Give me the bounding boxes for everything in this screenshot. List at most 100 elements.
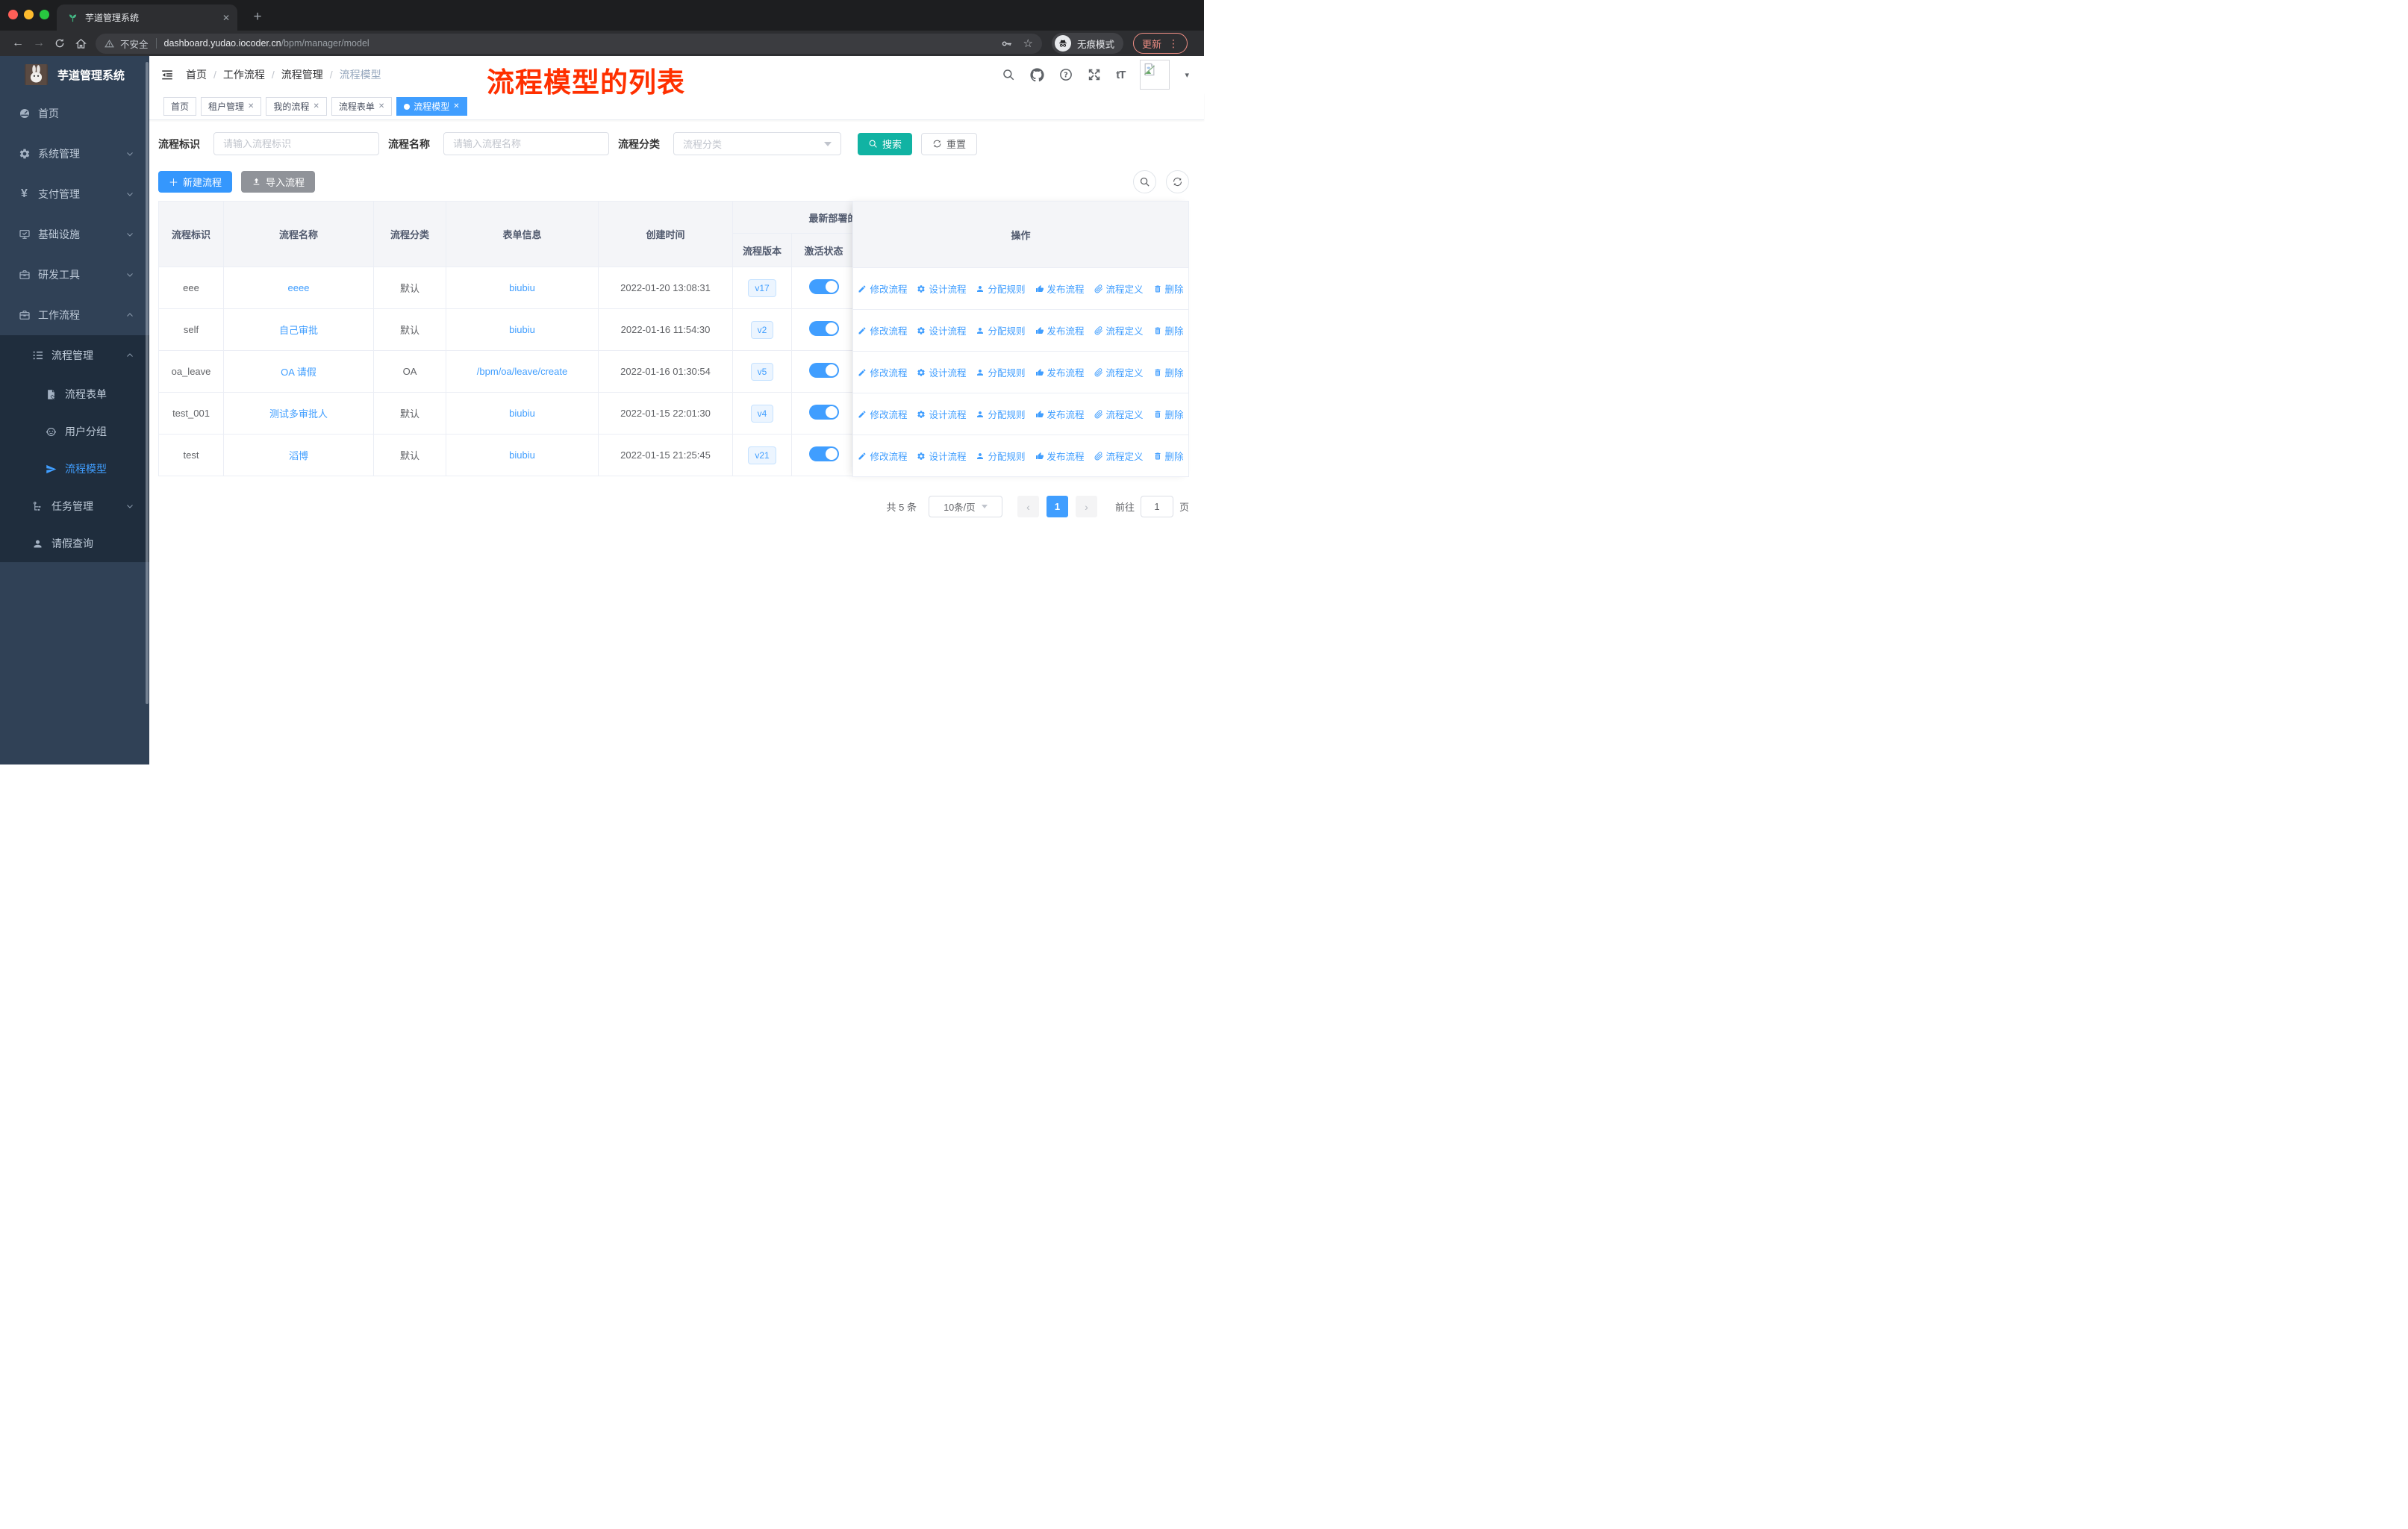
tag-process-model[interactable]: 流程模型 ✕ (396, 97, 467, 116)
delete-link[interactable]: 删除 (1153, 281, 1184, 296)
version-badge[interactable]: v17 (748, 278, 776, 297)
prev-page-button[interactable]: ‹ (1017, 496, 1039, 517)
reset-button[interactable]: 重置 (921, 132, 978, 155)
chevron-down-icon[interactable]: ▾ (1185, 70, 1189, 80)
model-name-link[interactable]: 测试多审批人 (269, 408, 328, 420)
edit-process-link[interactable]: 修改流程 (858, 365, 907, 379)
key-input[interactable] (213, 132, 379, 155)
sidebar-item-infrastructure[interactable]: 基础设施 (0, 214, 149, 255)
back-button[interactable]: ← (7, 33, 28, 54)
publish-process-link[interactable]: 发布流程 (1035, 407, 1085, 421)
delete-link[interactable]: 删除 (1153, 449, 1184, 463)
create-process-button[interactable]: ＋ 新建流程 (158, 171, 233, 193)
font-size-icon[interactable]: tT (1116, 69, 1126, 81)
model-name-link[interactable]: 滔博 (289, 450, 308, 461)
active-toggle[interactable] (808, 321, 839, 336)
github-icon[interactable] (1030, 68, 1044, 82)
edit-process-link[interactable]: 修改流程 (858, 407, 907, 421)
sidebar-item-workflow[interactable]: 工作流程 (0, 295, 149, 335)
process-definition-link[interactable]: 流程定义 (1094, 407, 1144, 421)
assign-rule-link[interactable]: 分配规则 (976, 281, 1026, 296)
active-toggle[interactable] (808, 363, 839, 378)
bookmark-star-icon[interactable]: ☆ (1023, 37, 1033, 50)
assign-rule-link[interactable]: 分配规则 (976, 449, 1026, 463)
sidebar-logo[interactable]: 芋道管理系统 (0, 56, 149, 93)
sidebar-item-user-group[interactable]: 用户分组 (0, 413, 149, 450)
active-toggle[interactable] (808, 279, 839, 294)
category-select[interactable]: 流程分类 (673, 132, 841, 155)
goto-page-input[interactable] (1140, 496, 1173, 517)
fullscreen-icon[interactable] (1088, 68, 1101, 81)
toggle-search-button[interactable] (1133, 170, 1156, 193)
design-process-link[interactable]: 设计流程 (917, 407, 966, 421)
model-name-link[interactable]: OA 请假 (281, 367, 316, 378)
form-link[interactable]: biubiu (509, 324, 535, 335)
browser-tab[interactable]: 芋道管理系统 ✕ (57, 4, 237, 31)
tab-close-icon[interactable]: ✕ (222, 13, 230, 23)
sidebar-item-system[interactable]: 系统管理 (0, 134, 149, 174)
avatar[interactable] (1140, 60, 1170, 90)
process-definition-link[interactable]: 流程定义 (1094, 449, 1144, 463)
delete-link[interactable]: 删除 (1153, 323, 1184, 337)
process-definition-link[interactable]: 流程定义 (1094, 323, 1144, 337)
form-link[interactable]: biubiu (509, 408, 535, 419)
close-window-button[interactable] (8, 10, 18, 19)
edit-process-link[interactable]: 修改流程 (858, 323, 907, 337)
process-definition-link[interactable]: 流程定义 (1094, 365, 1144, 379)
tag-process-form[interactable]: 流程表单 ✕ (331, 97, 393, 116)
sidebar-item-task-management[interactable]: 任务管理 (0, 488, 149, 525)
version-badge[interactable]: v21 (748, 446, 776, 464)
model-name-link[interactable]: 自己审批 (279, 325, 318, 336)
search-button[interactable]: 搜索 (858, 132, 913, 155)
design-process-link[interactable]: 设计流程 (917, 365, 966, 379)
sidebar-item-process-form[interactable]: 流程表单 (0, 376, 149, 413)
page-number-current[interactable]: 1 (1046, 496, 1068, 517)
zoom-window-button[interactable] (40, 10, 49, 19)
close-icon[interactable]: ✕ (313, 102, 319, 110)
process-definition-link[interactable]: 流程定义 (1094, 281, 1144, 296)
sidebar-item-process-model[interactable]: 流程模型 (0, 450, 149, 488)
publish-process-link[interactable]: 发布流程 (1035, 449, 1085, 463)
publish-process-link[interactable]: 发布流程 (1035, 323, 1085, 337)
next-page-button[interactable]: › (1075, 496, 1097, 517)
page-size-select[interactable]: 10条/页 (928, 496, 1002, 517)
sidebar-scrollbar[interactable] (146, 62, 149, 704)
browser-menu-icon[interactable]: ⋮ (1168, 37, 1179, 50)
help-icon[interactable] (1059, 68, 1073, 81)
new-tab-button[interactable]: + (248, 7, 267, 27)
search-icon[interactable] (1002, 68, 1015, 81)
active-toggle[interactable] (808, 446, 839, 461)
home-button[interactable] (70, 33, 91, 54)
form-link[interactable]: biubiu (509, 282, 535, 293)
breadcrumb-workflow[interactable]: 工作流程 (223, 67, 265, 82)
address-bar[interactable]: 不安全 dashboard.yudao.iocoder.cn/bpm/manag… (96, 33, 1042, 54)
form-link[interactable]: biubiu (509, 449, 535, 461)
design-process-link[interactable]: 设计流程 (917, 281, 966, 296)
reload-button[interactable] (49, 33, 70, 54)
close-icon[interactable]: ✕ (248, 102, 254, 110)
design-process-link[interactable]: 设计流程 (917, 323, 966, 337)
name-input[interactable] (443, 132, 609, 155)
sidebar-fold-icon[interactable] (160, 68, 174, 81)
sidebar-item-home[interactable]: 首页 (0, 93, 149, 134)
assign-rule-link[interactable]: 分配规则 (976, 365, 1026, 379)
breadcrumb-process-management[interactable]: 流程管理 (281, 67, 323, 82)
sidebar-item-leave-query[interactable]: 请假查询 (0, 525, 149, 562)
assign-rule-link[interactable]: 分配规则 (976, 407, 1026, 421)
tag-home[interactable]: 首页 (163, 97, 197, 116)
close-icon[interactable]: ✕ (378, 102, 384, 110)
form-link[interactable]: /bpm/oa/leave/create (477, 366, 567, 377)
publish-process-link[interactable]: 发布流程 (1035, 281, 1085, 296)
sidebar-item-devtools[interactable]: 研发工具 (0, 255, 149, 295)
edit-process-link[interactable]: 修改流程 (858, 449, 907, 463)
design-process-link[interactable]: 设计流程 (917, 449, 966, 463)
forward-button[interactable]: → (28, 33, 49, 54)
active-toggle[interactable] (808, 405, 839, 420)
window-controls[interactable] (8, 10, 49, 19)
password-key-icon[interactable] (1000, 37, 1013, 50)
import-process-button[interactable]: 导入流程 (241, 171, 316, 193)
close-icon[interactable]: ✕ (453, 102, 459, 110)
browser-update-button[interactable]: 更新 ⋮ (1133, 33, 1188, 54)
delete-link[interactable]: 删除 (1153, 407, 1184, 421)
tag-my-process[interactable]: 我的流程 ✕ (266, 97, 327, 116)
